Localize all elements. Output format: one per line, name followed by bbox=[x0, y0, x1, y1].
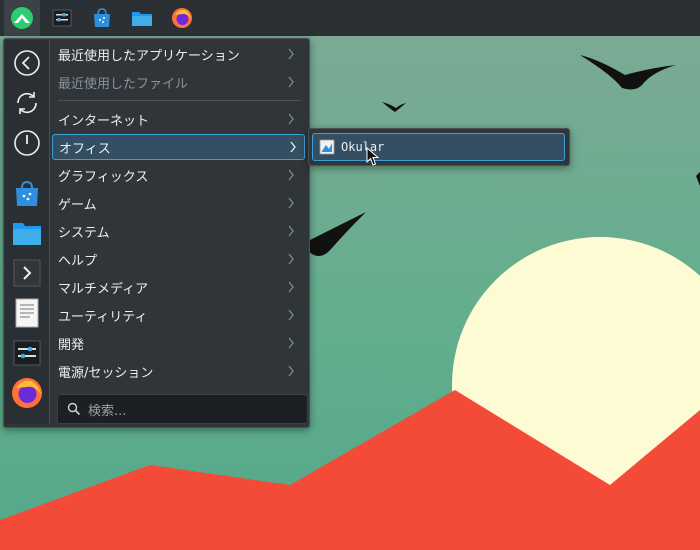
system-settings-icon bbox=[52, 9, 72, 27]
search-field[interactable]: 検索... bbox=[57, 394, 308, 424]
category-label: システム bbox=[58, 225, 110, 241]
back-icon bbox=[14, 50, 40, 76]
category-graphics[interactable]: グラフィックス bbox=[52, 162, 302, 188]
firefox-icon bbox=[172, 8, 192, 28]
chevron-right-icon bbox=[288, 337, 294, 349]
category-label: ユーティリティ bbox=[58, 309, 148, 325]
category-label: インターネット bbox=[58, 113, 150, 129]
category-multimedia[interactable]: マルチメディア bbox=[52, 274, 302, 300]
power-button[interactable] bbox=[10, 126, 44, 160]
category-games[interactable]: ゲーム bbox=[52, 190, 302, 216]
fav-system-settings[interactable] bbox=[10, 336, 44, 370]
chevron-right-icon bbox=[288, 281, 294, 293]
search-icon bbox=[67, 402, 81, 416]
folder-icon bbox=[132, 12, 152, 26]
category-development[interactable]: 開発 bbox=[52, 330, 302, 356]
power-icon bbox=[14, 130, 40, 156]
recent-files-label: 最近使用したファイル bbox=[58, 76, 189, 92]
search-placeholder: 検索... bbox=[88, 403, 127, 419]
firefox-button[interactable] bbox=[164, 0, 200, 36]
terminal-icon bbox=[13, 259, 41, 287]
category-label: マルチメディア bbox=[58, 281, 149, 297]
chevron-right-icon bbox=[288, 309, 294, 321]
chevron-right-icon bbox=[288, 253, 294, 265]
top-panel bbox=[0, 0, 700, 36]
category-label: ヘルプ bbox=[58, 253, 98, 269]
app-launcher-icon bbox=[11, 7, 33, 29]
chevron-right-icon bbox=[288, 365, 294, 377]
category-help[interactable]: ヘルプ bbox=[52, 246, 302, 272]
software-store-icon bbox=[94, 8, 110, 27]
category-office[interactable]: オフィス bbox=[52, 134, 305, 160]
recent-applications[interactable]: 最近使用したアプリケーション bbox=[52, 41, 302, 67]
category-label: 開発 bbox=[58, 337, 85, 353]
fav-software-store[interactable] bbox=[10, 176, 44, 210]
recent-files[interactable]: 最近使用したファイル bbox=[52, 69, 302, 95]
software-store-button[interactable] bbox=[84, 0, 120, 36]
chevron-right-icon bbox=[288, 76, 294, 88]
firefox-icon bbox=[12, 378, 42, 408]
category-internet[interactable]: インターネット bbox=[52, 106, 302, 132]
refresh-icon bbox=[17, 92, 37, 114]
files-button[interactable] bbox=[124, 0, 160, 36]
app-okular[interactable]: Okular bbox=[312, 133, 565, 161]
chevron-right-icon bbox=[288, 169, 294, 181]
category-system[interactable]: システム bbox=[52, 218, 302, 244]
category-label: ゲーム bbox=[58, 197, 97, 213]
chevron-right-icon bbox=[288, 113, 294, 125]
back-button[interactable] bbox=[10, 46, 44, 80]
okular-icon bbox=[319, 139, 335, 155]
fav-firefox[interactable] bbox=[10, 376, 44, 410]
recent-applications-label: 最近使用したアプリケーション bbox=[58, 48, 240, 64]
chevron-right-icon bbox=[288, 48, 294, 60]
category-power-session[interactable]: 電源/セッション bbox=[52, 358, 302, 384]
fav-text-editor[interactable] bbox=[10, 296, 44, 330]
chevron-right-icon bbox=[288, 197, 294, 209]
app-launcher-button[interactable] bbox=[4, 0, 40, 36]
category-utilities[interactable]: ユーティリティ bbox=[52, 302, 302, 328]
menu-separator bbox=[58, 100, 301, 101]
system-settings-icon bbox=[13, 340, 41, 366]
system-settings-button[interactable] bbox=[44, 0, 80, 36]
chevron-right-icon bbox=[290, 141, 296, 153]
office-submenu: Okular bbox=[308, 128, 570, 166]
category-label: 電源/セッション bbox=[58, 365, 154, 381]
refresh-button[interactable] bbox=[10, 86, 44, 120]
favorites-sidebar bbox=[5, 40, 50, 424]
text-editor-icon bbox=[15, 298, 39, 328]
chevron-right-icon bbox=[288, 225, 294, 237]
category-label: グラフィックス bbox=[58, 169, 149, 185]
software-store-icon bbox=[16, 180, 38, 206]
mouse-cursor-icon bbox=[366, 147, 380, 166]
category-label: オフィス bbox=[59, 141, 111, 157]
application-launcher-menu: 最近使用したアプリケーション 最近使用したファイル インターネット オフィス グ… bbox=[3, 38, 310, 428]
folder-icon bbox=[13, 223, 41, 245]
fav-files[interactable] bbox=[10, 216, 44, 250]
fav-terminal[interactable] bbox=[10, 256, 44, 290]
